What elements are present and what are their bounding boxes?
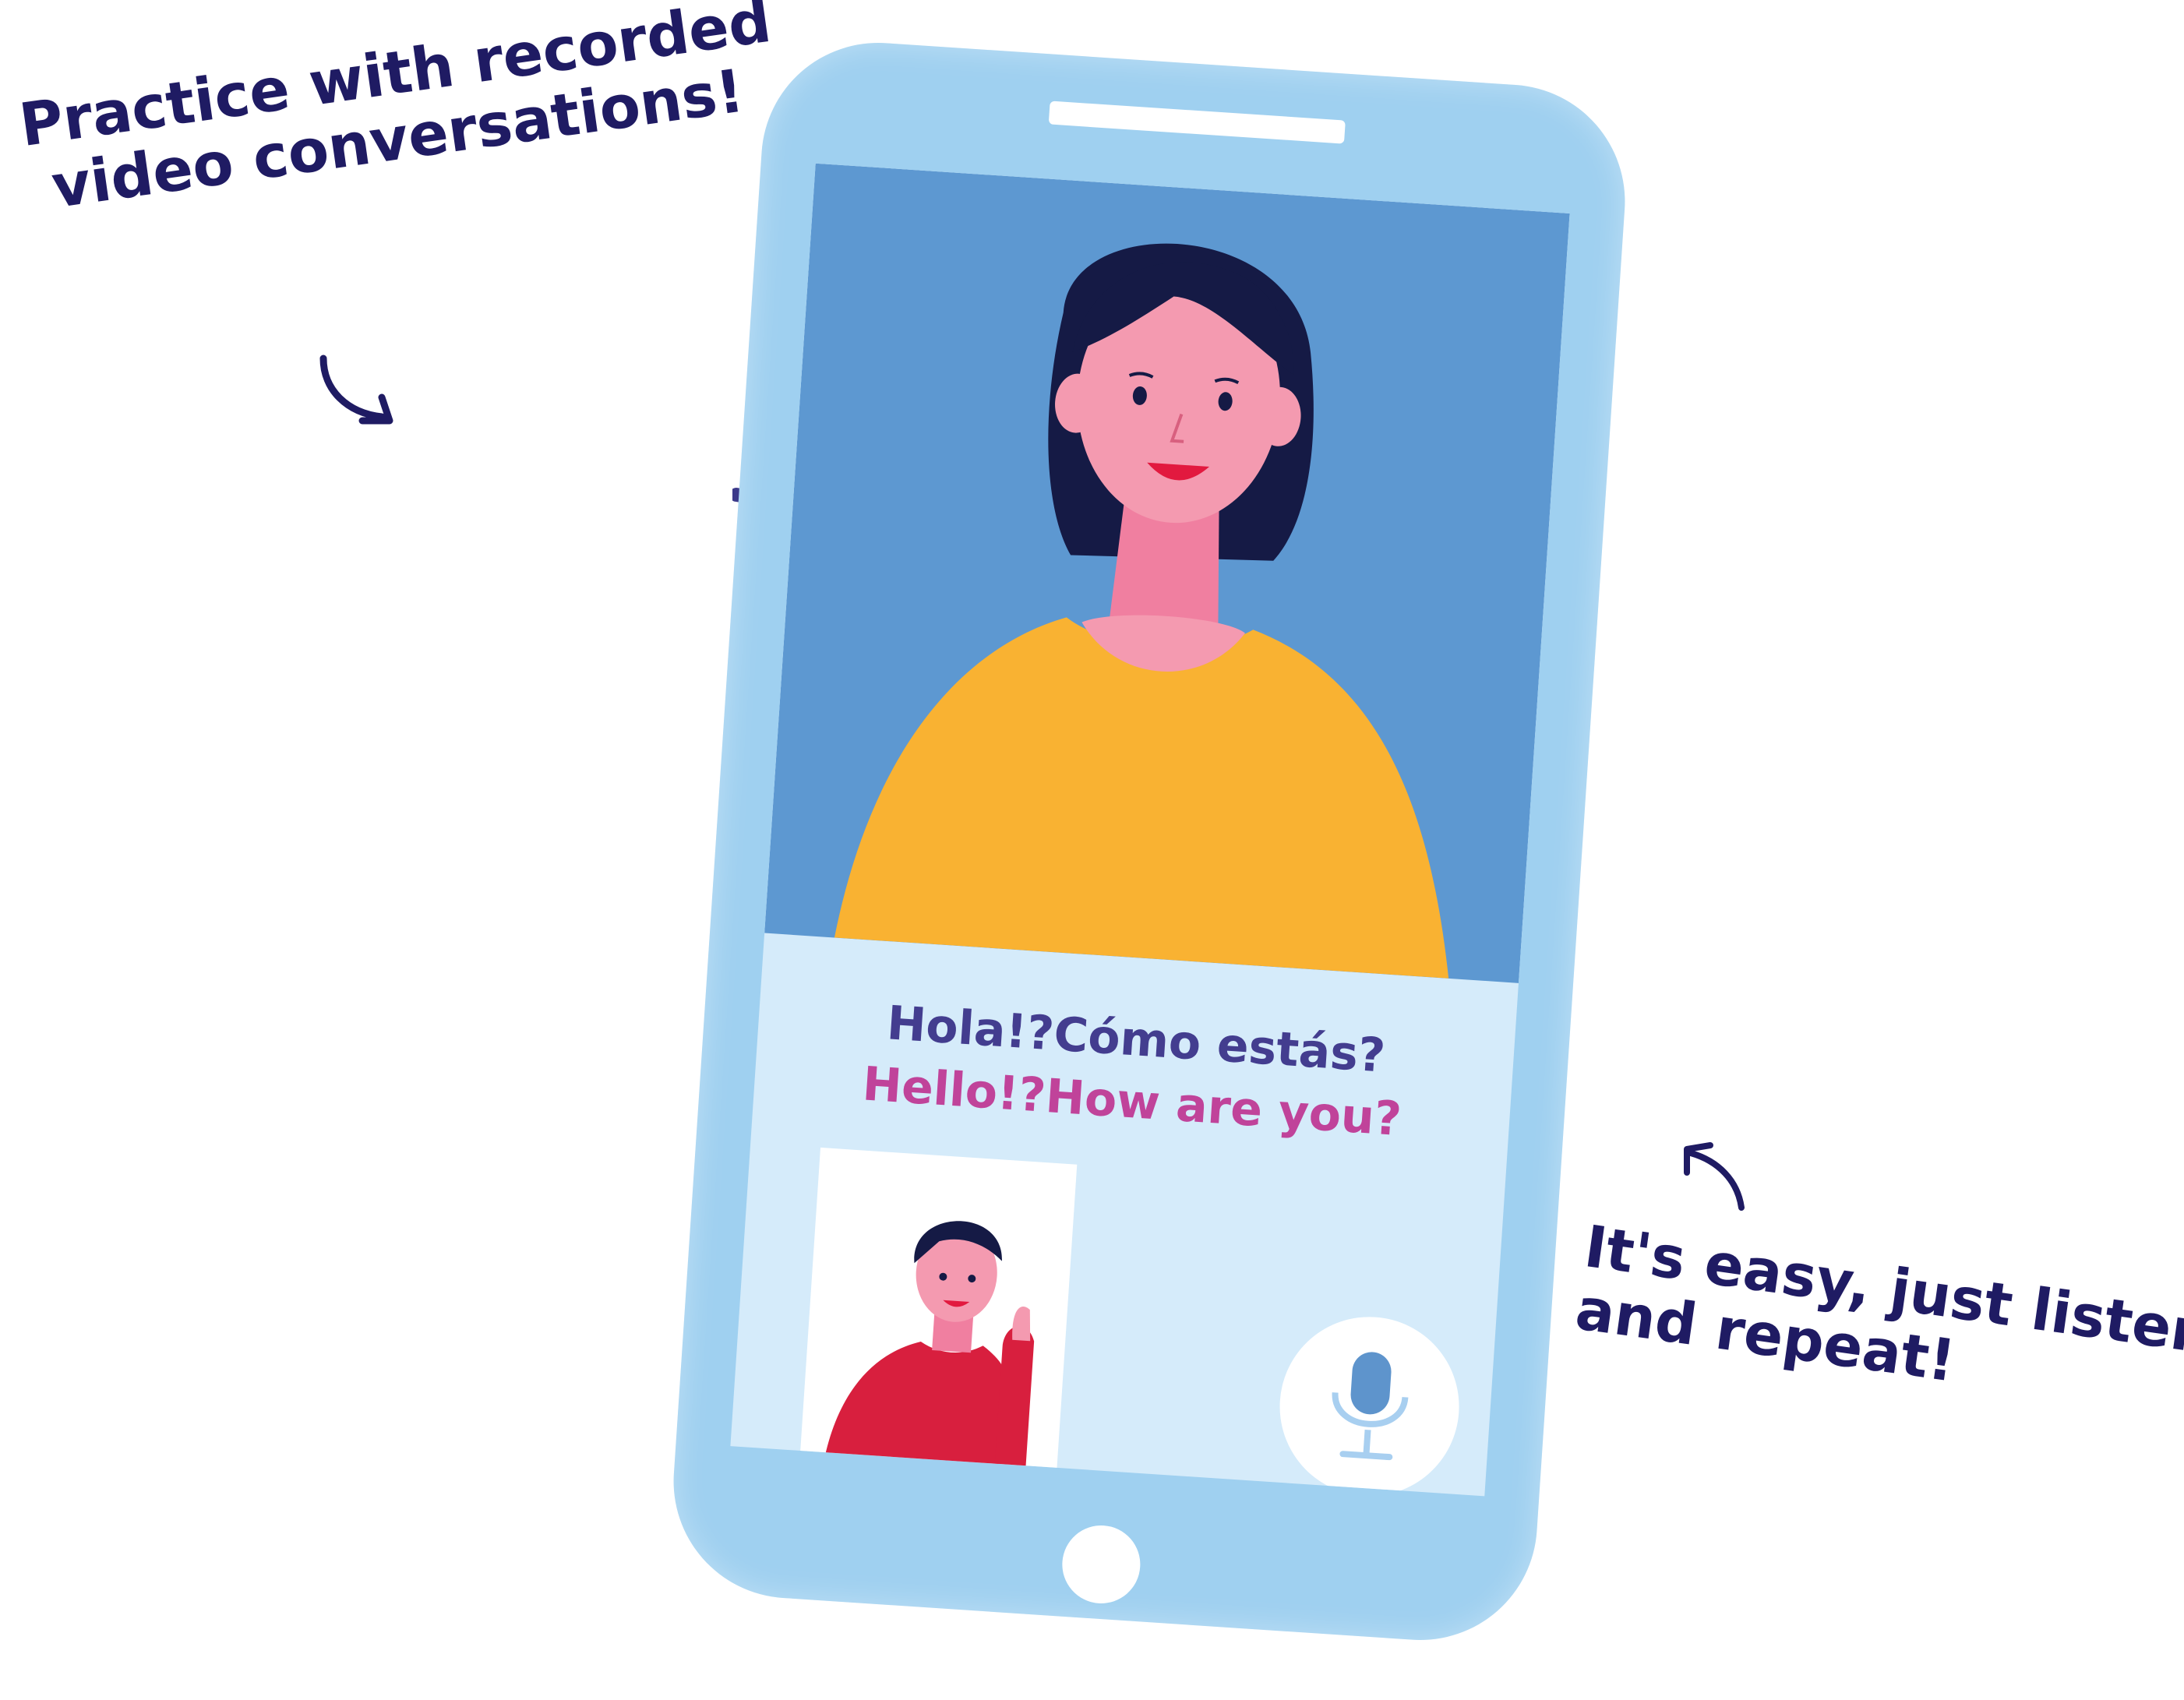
microphone-icon (1332, 1352, 1409, 1461)
phone: Hola!?Cómo estás? Hello!?How are you? (665, 35, 1633, 1648)
phone-screen: Hola!?Cómo estás? Hello!?How are you? (730, 163, 1570, 1497)
subtitle-panel: Hola!?Cómo estás? Hello!?How are you? (730, 933, 1519, 1497)
self-view-thumbnail[interactable] (799, 1147, 1078, 1483)
woman-avatar (834, 243, 1449, 979)
video-call-area[interactable] (764, 163, 1570, 983)
microphone-button[interactable] (1274, 1310, 1465, 1497)
illustration: Practice with recorded video conversatio… (0, 0, 2184, 1700)
phone-speaker (1048, 101, 1346, 144)
man-avatar (822, 1221, 1035, 1482)
home-button[interactable] (1060, 1522, 1143, 1607)
phone-wrapper: Hola!?Cómo estás? Hello!?How are you? (0, 0, 2184, 1700)
